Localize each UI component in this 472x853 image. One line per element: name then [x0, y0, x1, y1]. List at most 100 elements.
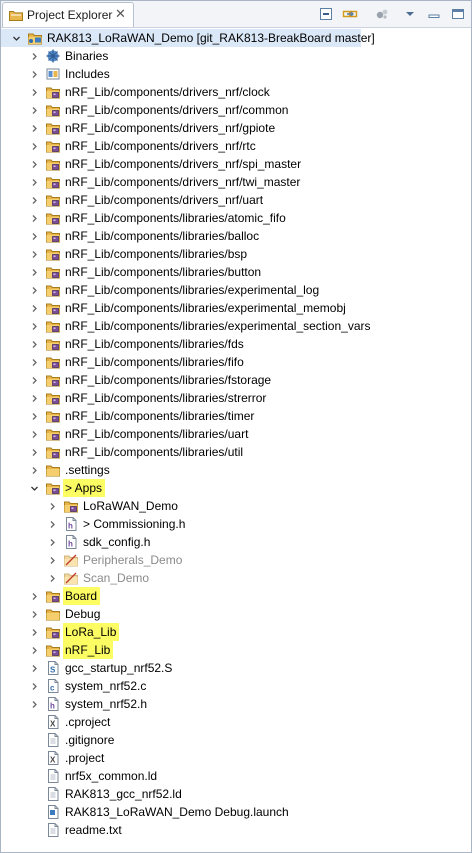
tree-item[interactable]: RAK813_LoRaWAN_Demo Debug.launch: [1, 803, 471, 821]
tree-item[interactable]: h system_nrf52.h: [1, 695, 471, 713]
minimize-icon[interactable]: [426, 6, 442, 22]
tree-item[interactable]: X .cproject: [1, 713, 471, 731]
chevron-right-icon[interactable]: [29, 641, 39, 659]
tree-item[interactable]: nRF_Lib/components/libraries/strerror: [1, 389, 471, 407]
tree-item[interactable]: RAK813_gcc_nrf52.ld: [1, 785, 471, 803]
chevron-right-icon[interactable]: [29, 335, 39, 353]
tree-item[interactable]: nRF_Lib/components/libraries/fds: [1, 335, 471, 353]
tree-item[interactable]: nRF_Lib/components/drivers_nrf/uart: [1, 191, 471, 209]
chevron-down-icon[interactable]: [11, 29, 21, 47]
chevron-right-icon[interactable]: [47, 497, 57, 515]
chevron-right-icon[interactable]: [29, 263, 39, 281]
view-tab-bar: Project Explorer ✕: [1, 1, 471, 28]
chevron-right-icon[interactable]: [47, 569, 57, 587]
source-folder-icon: [46, 249, 60, 261]
chevron-right-icon[interactable]: [29, 47, 39, 65]
tab-project-explorer[interactable]: Project Explorer ✕: [2, 2, 134, 27]
chevron-right-icon[interactable]: [47, 533, 57, 551]
tree-item[interactable]: nRF_Lib/components/libraries/experimenta…: [1, 281, 471, 299]
chevron-right-icon[interactable]: [29, 605, 39, 623]
header-file-icon: h: [66, 517, 77, 531]
tree-item[interactable]: nRF_Lib/components/drivers_nrf/clock: [1, 83, 471, 101]
tree-item[interactable]: nRF_Lib/components/drivers_nrf/spi_maste…: [1, 155, 471, 173]
chevron-right-icon[interactable]: [29, 623, 39, 641]
tree-item[interactable]: nRF_Lib/components/libraries/fstorage: [1, 371, 471, 389]
chevron-right-icon[interactable]: [29, 371, 39, 389]
chevron-right-icon[interactable]: [47, 551, 57, 569]
chevron-right-icon[interactable]: [29, 389, 39, 407]
chevron-right-icon[interactable]: [29, 353, 39, 371]
tree-item[interactable]: nRF_Lib/components/drivers_nrf/gpiote: [1, 119, 471, 137]
chevron-right-icon[interactable]: [29, 101, 39, 119]
tree-item-label: nRF_Lib: [63, 641, 114, 659]
chevron-right-icon[interactable]: [29, 299, 39, 317]
chevron-right-icon[interactable]: [29, 155, 39, 173]
chevron-right-icon[interactable]: [29, 659, 39, 677]
tree-item[interactable]: nRF_Lib: [1, 641, 471, 659]
tree-item[interactable]: nRF_Lib/components/drivers_nrf/common: [1, 101, 471, 119]
tree-item[interactable]: .gitignore: [1, 731, 471, 749]
chevron-right-icon[interactable]: [29, 245, 39, 263]
tree-item[interactable]: nRF_Lib/components/libraries/experimenta…: [1, 317, 471, 335]
chevron-right-icon[interactable]: [29, 695, 39, 713]
chevron-right-icon[interactable]: [29, 191, 39, 209]
tree-item[interactable]: nRF_Lib/components/libraries/util: [1, 443, 471, 461]
tree-item[interactable]: h > Commissioning.h: [1, 515, 471, 533]
chevron-right-icon[interactable]: [29, 227, 39, 245]
tree-item[interactable]: LoRa_Lib: [1, 623, 471, 641]
tree-item[interactable]: X .project: [1, 749, 471, 767]
chevron-right-icon[interactable]: [29, 425, 39, 443]
chevron-right-icon[interactable]: [29, 173, 39, 191]
chevron-right-icon[interactable]: [29, 83, 39, 101]
tree-item[interactable]: nRF_Lib/components/libraries/experimenta…: [1, 299, 471, 317]
tree-item[interactable]: Scan_Demo: [1, 569, 471, 587]
tree-item[interactable]: nRF_Lib/components/libraries/bsp: [1, 245, 471, 263]
chevron-right-icon[interactable]: [47, 515, 57, 533]
tree-item[interactable]: nRF_Lib/components/libraries/balloc: [1, 227, 471, 245]
chevron-right-icon[interactable]: [29, 443, 39, 461]
tree-item[interactable]: nRF_Lib/components/libraries/fifo: [1, 353, 471, 371]
collapse-all-icon[interactable]: [318, 6, 334, 22]
tree-item[interactable]: > Apps: [1, 479, 471, 497]
chevron-right-icon[interactable]: [29, 209, 39, 227]
tree-item[interactable]: nRF_Lib/components/libraries/atomic_fifo: [1, 209, 471, 227]
chevron-right-icon[interactable]: [29, 317, 39, 335]
tree-item[interactable]: nRF_Lib/components/libraries/timer: [1, 407, 471, 425]
chevron-right-icon[interactable]: [29, 587, 39, 605]
tree-item[interactable]: nRF_Lib/components/libraries/button: [1, 263, 471, 281]
tree-root-project[interactable]: RAK813_LoRaWAN_Demo [git_RAK813-BreakBoa…: [1, 29, 375, 47]
tree-item[interactable]: c system_nrf52.c: [1, 677, 471, 695]
tree-item[interactable]: nRF_Lib/components/drivers_nrf/rtc: [1, 137, 471, 155]
chevron-right-icon[interactable]: [29, 677, 39, 695]
tree-item-label: .settings: [65, 463, 110, 477]
tree-item[interactable]: h sdk_config.h: [1, 533, 471, 551]
close-icon[interactable]: ✕: [115, 7, 126, 21]
link-with-editor-icon[interactable]: [342, 6, 358, 22]
xml-file-icon: X: [48, 751, 59, 765]
tree-item[interactable]: Peripherals_Demo: [1, 551, 471, 569]
chevron-right-icon[interactable]: [29, 65, 39, 83]
tree-item-label: nRF_Lib/components/drivers_nrf/rtc: [65, 139, 256, 153]
view-menu-icon[interactable]: [402, 6, 418, 22]
maximize-icon[interactable]: [450, 6, 466, 22]
tree-item[interactable]: nRF_Lib/components/drivers_nrf/twi_maste…: [1, 173, 471, 191]
chevron-right-icon[interactable]: [29, 119, 39, 137]
chevron-right-icon[interactable]: [29, 461, 39, 479]
focus-icon[interactable]: [374, 6, 390, 22]
tree-item-label: nRF_Lib/components/libraries/experimenta…: [65, 283, 320, 297]
tree-item[interactable]: readme.txt: [1, 821, 471, 839]
tree-item[interactable]: Binaries: [1, 47, 471, 65]
tree-item[interactable]: Includes: [1, 65, 471, 83]
chevron-right-icon[interactable]: [29, 407, 39, 425]
tree-item[interactable]: LoRaWAN_Demo: [1, 497, 471, 515]
tree-item[interactable]: nRF_Lib/components/libraries/uart: [1, 425, 471, 443]
chevron-down-icon[interactable]: [29, 479, 39, 497]
tree-item[interactable]: Board: [1, 587, 471, 605]
tree-item[interactable]: nrf5x_common.ld: [1, 767, 471, 785]
tree-item[interactable]: Sgcc_startup_nrf52.S: [1, 659, 471, 677]
chevron-right-icon[interactable]: [29, 137, 39, 155]
tree-item[interactable]: .settings: [1, 461, 471, 479]
chevron-right-icon[interactable]: [29, 281, 39, 299]
folder-icon: [46, 465, 60, 477]
tree-item[interactable]: Debug: [1, 605, 471, 623]
